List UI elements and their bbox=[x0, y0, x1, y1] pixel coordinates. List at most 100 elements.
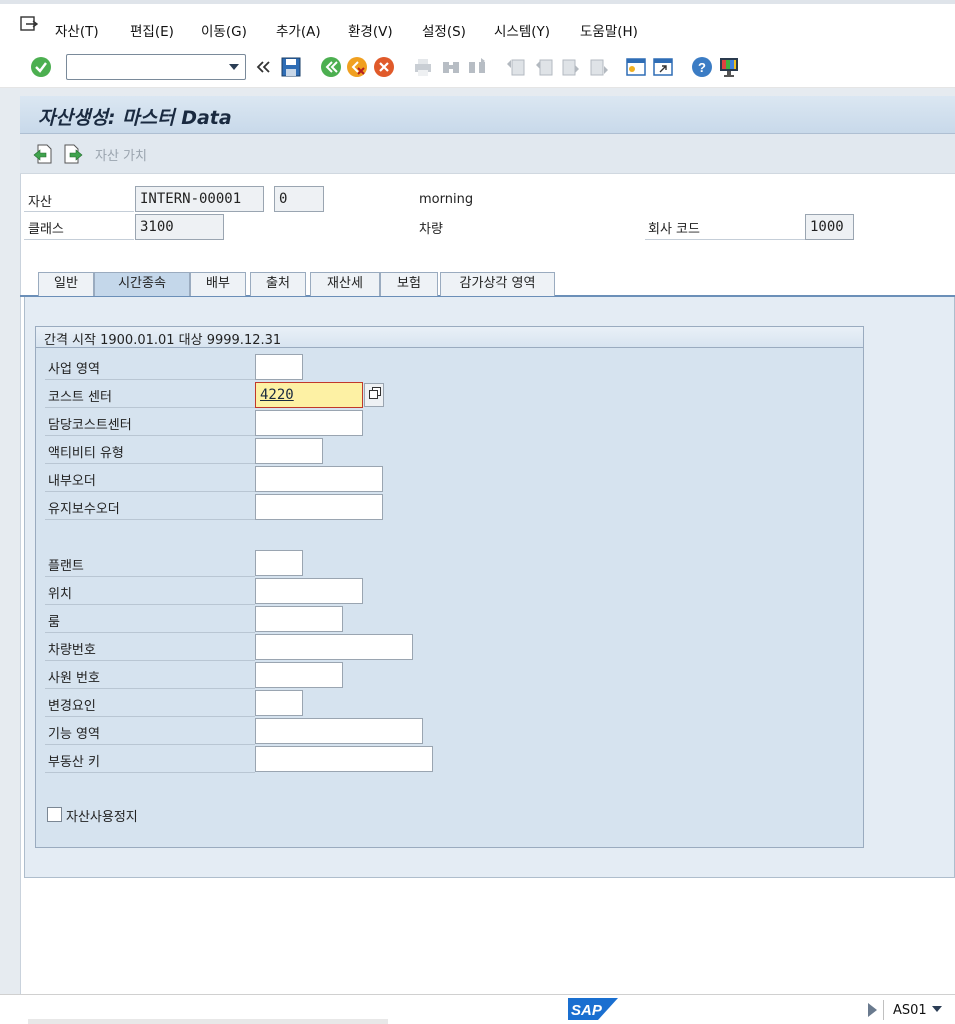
license-plate-input[interactable] bbox=[255, 634, 413, 660]
search-help-icon bbox=[369, 390, 378, 399]
cost-center-label: 코스트 센터 bbox=[48, 390, 112, 405]
next-asset-icon[interactable] bbox=[62, 143, 84, 165]
activity-type-underline bbox=[45, 463, 255, 464]
business-area-input[interactable] bbox=[255, 354, 303, 380]
responsible-cost-center-input[interactable] bbox=[255, 410, 363, 436]
print-icon[interactable] bbox=[412, 56, 434, 78]
find-next-icon[interactable] bbox=[466, 56, 488, 78]
status-expand-icon[interactable] bbox=[868, 1003, 877, 1017]
personnel-number-input[interactable] bbox=[255, 662, 343, 688]
asset-subnumber-field[interactable]: 0 bbox=[274, 186, 324, 212]
menu-edit[interactable]: 편집(E) bbox=[130, 20, 174, 40]
status-message-area bbox=[28, 1019, 388, 1024]
tab-time-dependent[interactable]: 시간종속 bbox=[94, 272, 190, 296]
tab-net-worth-tax-label: 재산세 bbox=[327, 276, 363, 291]
menu-extras[interactable]: 추가(A) bbox=[276, 20, 321, 40]
cost-center-search-help-button[interactable] bbox=[364, 383, 384, 407]
tab-allocations-label: 배부 bbox=[206, 276, 230, 291]
system-info[interactable]: AS01 bbox=[893, 1003, 927, 1018]
tab-general-label: 일반 bbox=[54, 276, 78, 291]
tab-allocations[interactable]: 배부 bbox=[190, 272, 246, 296]
company-code-field[interactable]: 1000 bbox=[805, 214, 854, 240]
internal-order-input[interactable] bbox=[255, 466, 383, 492]
reason-for-change-input[interactable] bbox=[255, 690, 303, 716]
room-underline bbox=[45, 632, 255, 633]
sap-logo: SAP bbox=[568, 998, 618, 1020]
internal-order-label: 내부오더 bbox=[48, 474, 96, 489]
first-page-icon[interactable] bbox=[505, 56, 527, 78]
reason-for-change-underline bbox=[45, 716, 255, 717]
save-icon[interactable] bbox=[280, 56, 302, 78]
tab-insurance[interactable]: 보험 bbox=[380, 272, 438, 296]
tab-net-worth-tax[interactable]: 재산세 bbox=[310, 272, 380, 296]
asset-number-field[interactable]: INTERN-00001 bbox=[135, 186, 264, 212]
room-input[interactable] bbox=[255, 606, 343, 632]
asset-shutdown-checkbox[interactable] bbox=[47, 807, 62, 822]
menu-goto[interactable]: 이동(G) bbox=[201, 20, 247, 40]
command-dropdown-icon[interactable] bbox=[229, 64, 239, 70]
tab-depreciation-areas[interactable]: 감가상각 영역 bbox=[440, 272, 555, 296]
previous-page-icon[interactable] bbox=[533, 56, 555, 78]
company-code-underline bbox=[645, 239, 805, 240]
menu-help[interactable]: 도움말(H) bbox=[580, 20, 638, 40]
maintenance-order-input[interactable] bbox=[255, 494, 383, 520]
location-underline bbox=[45, 604, 255, 605]
menu-settings[interactable]: 설정(S) bbox=[422, 20, 466, 40]
activity-type-label: 액티비티 유형 bbox=[48, 446, 124, 461]
asset-label: 자산 bbox=[28, 195, 52, 210]
real-estate-key-input[interactable] bbox=[255, 746, 433, 772]
plant-underline bbox=[45, 576, 255, 577]
menu-system[interactable]: 시스템(Y) bbox=[494, 20, 550, 40]
class-label-underline bbox=[24, 239, 134, 240]
previous-asset-icon[interactable] bbox=[32, 143, 54, 165]
activity-type-input[interactable] bbox=[255, 438, 323, 464]
license-plate-underline bbox=[45, 660, 255, 661]
customize-layout-icon[interactable] bbox=[718, 56, 740, 78]
cost-center-input[interactable]: 4220 bbox=[255, 382, 363, 408]
license-plate-label: 차량번호 bbox=[48, 643, 96, 658]
command-field[interactable] bbox=[66, 54, 246, 80]
tab-origin-label: 출처 bbox=[266, 276, 290, 291]
room-label: 룸 bbox=[48, 615, 60, 630]
application-toolbar bbox=[20, 134, 955, 174]
shortcut-icon[interactable] bbox=[652, 56, 674, 78]
tab-depreciation-areas-label: 감가상각 영역 bbox=[459, 276, 536, 291]
tab-origin[interactable]: 출처 bbox=[250, 272, 306, 296]
class-label: 클래스 bbox=[28, 222, 64, 237]
functional-area-input[interactable] bbox=[255, 718, 423, 744]
plant-input[interactable] bbox=[255, 550, 303, 576]
business-area-label: 사업 영역 bbox=[48, 362, 100, 377]
exit-icon[interactable] bbox=[346, 56, 368, 78]
maintenance-order-label: 유지보수오더 bbox=[48, 502, 120, 517]
tab-general[interactable]: 일반 bbox=[38, 272, 94, 296]
create-session-icon[interactable] bbox=[625, 56, 647, 78]
find-icon[interactable] bbox=[440, 56, 462, 78]
back-double-arrow-icon[interactable] bbox=[254, 57, 272, 77]
location-input[interactable] bbox=[255, 578, 363, 604]
svg-text:?: ? bbox=[698, 60, 706, 75]
real-estate-key-underline bbox=[45, 772, 255, 773]
enter-icon[interactable] bbox=[30, 56, 52, 78]
menu-exit-icon[interactable] bbox=[20, 16, 38, 32]
cancel-icon[interactable] bbox=[373, 56, 395, 78]
help-icon[interactable]: ? bbox=[691, 56, 713, 78]
maintenance-order-underline bbox=[45, 519, 255, 520]
asset-value-button[interactable]: 자산 가치 bbox=[95, 145, 147, 164]
group-title: 간격 시작 1900.01.01 대상 9999.12.31 bbox=[44, 333, 282, 348]
responsible-cost-center-underline bbox=[45, 435, 255, 436]
status-separator bbox=[883, 1000, 884, 1020]
tab-time-dependent-label: 시간종속 bbox=[118, 276, 166, 291]
internal-order-underline bbox=[45, 491, 255, 492]
business-area-underline bbox=[45, 379, 255, 380]
menu-asset[interactable]: 자산(T) bbox=[55, 20, 99, 40]
menu-environment[interactable]: 환경(V) bbox=[348, 20, 393, 40]
back-icon[interactable] bbox=[320, 56, 342, 78]
cost-center-underline bbox=[45, 407, 255, 408]
company-code-label: 회사 코드 bbox=[648, 222, 700, 237]
asset-shutdown-label: 자산사용정지 bbox=[66, 810, 138, 825]
next-page-icon[interactable] bbox=[560, 56, 582, 78]
last-page-icon[interactable] bbox=[588, 56, 610, 78]
class-field[interactable]: 3100 bbox=[135, 214, 224, 240]
personnel-number-label: 사원 번호 bbox=[48, 671, 100, 686]
system-info-dropdown-icon[interactable] bbox=[932, 1006, 942, 1012]
